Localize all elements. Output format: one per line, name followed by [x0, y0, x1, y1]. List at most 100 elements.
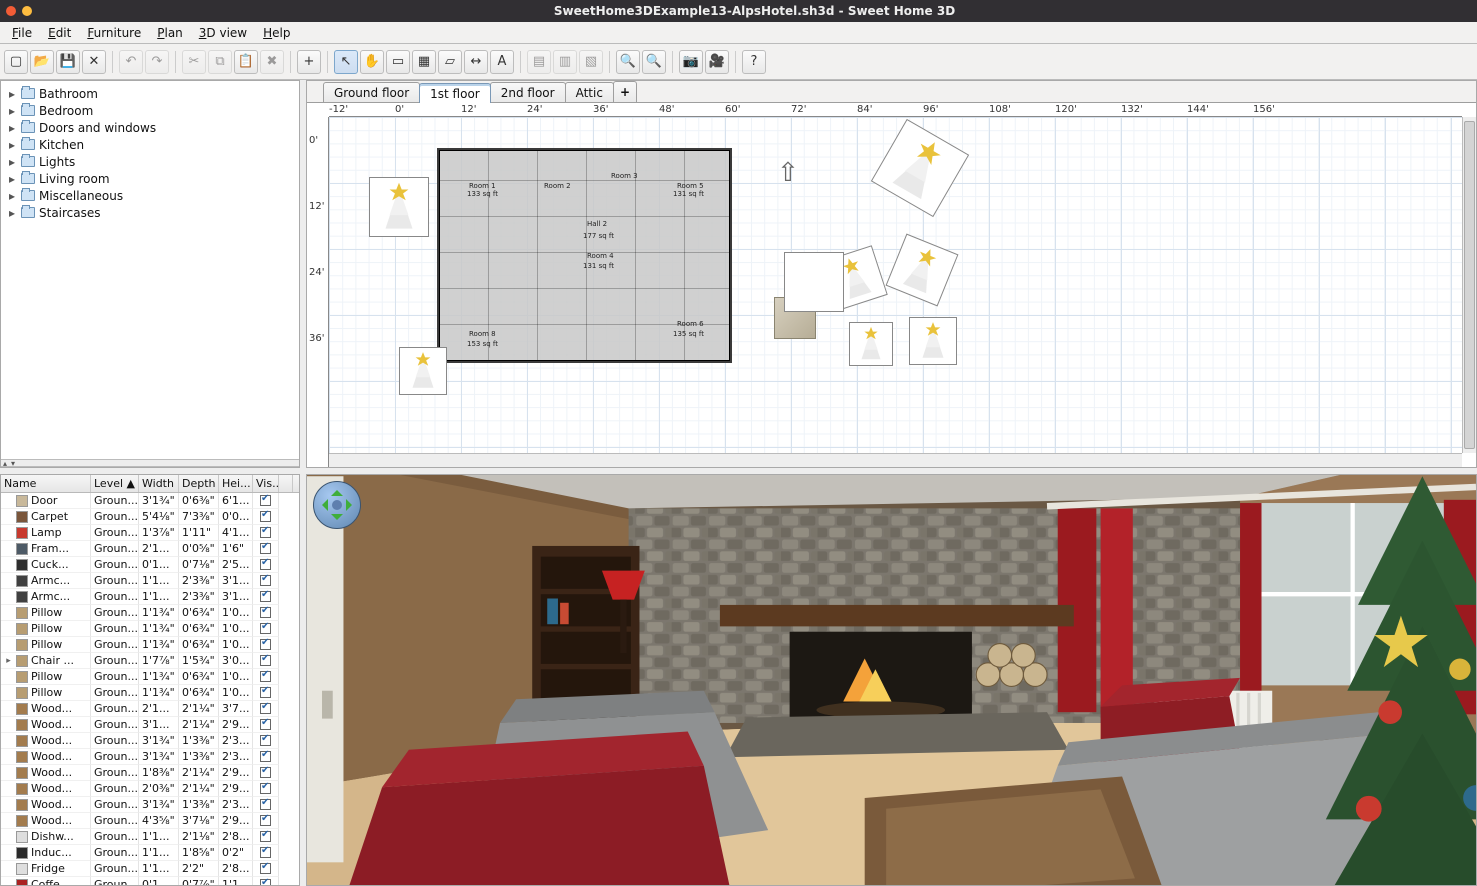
toolbar-photo-button[interactable]: 📷 — [679, 50, 703, 74]
furniture-row[interactable]: Armc...Groun...1'1...2'3⅜"3'1... — [1, 589, 299, 605]
menu-3d-view[interactable]: 3D view — [191, 26, 255, 40]
furniture-row[interactable]: CarpetGroun...5'4⅛"7'3⅜"0'0... — [1, 509, 299, 525]
toolbar-dimension-button[interactable]: ↔ — [464, 50, 488, 74]
furniture-row[interactable]: PillowGroun...1'1¾"0'6¾"1'0... — [1, 621, 299, 637]
plan-canvas[interactable]: -12'0'12'24'36'48'60'72'84'96'108'120'13… — [307, 103, 1476, 467]
visible-checkbox[interactable] — [260, 815, 271, 826]
visible-checkbox[interactable] — [260, 831, 271, 842]
plan-object-tree[interactable] — [909, 317, 957, 365]
plan-object-tree[interactable] — [849, 322, 893, 366]
toolbar-paste-button[interactable]: 📋 — [234, 50, 258, 74]
visible-checkbox[interactable] — [260, 767, 271, 778]
toolbar-select-button[interactable]: ↖ — [334, 50, 358, 74]
furniture-row[interactable]: Wood...Groun...3'1¾"1'3⅜"2'3... — [1, 749, 299, 765]
furniture-row[interactable]: PillowGroun...1'1¾"0'6¾"1'0... — [1, 605, 299, 621]
furniture-row[interactable]: Wood...Groun...3'1¾"1'3⅜"2'3... — [1, 733, 299, 749]
toolbar-new-button[interactable]: ▢ — [4, 50, 28, 74]
furniture-row[interactable]: FridgeGroun...1'1...2'2"2'8... — [1, 861, 299, 877]
toolbar-copy-button[interactable]: ⧉ — [208, 50, 232, 74]
plan-scrollbar-vertical[interactable] — [1462, 117, 1476, 453]
visible-checkbox[interactable] — [260, 879, 271, 885]
menu-edit[interactable]: Edit — [40, 26, 79, 40]
catalog-category-living-room[interactable]: ▸Living room — [3, 170, 297, 187]
level-tab-1st-floor[interactable]: 1st floor — [419, 83, 491, 103]
visible-checkbox[interactable] — [260, 527, 271, 538]
furniture-row[interactable]: Cuck...Groun...0'1...0'7⅛"2'5... — [1, 557, 299, 573]
3d-view-canvas[interactable] — [307, 475, 1476, 885]
catalog-split-handle[interactable]: ▴▾ — [1, 459, 299, 467]
column-width[interactable]: Width — [139, 475, 179, 492]
visible-checkbox[interactable] — [260, 703, 271, 714]
furniture-row[interactable]: Armc...Groun...1'1...2'3⅜"3'1... — [1, 573, 299, 589]
furniture-row[interactable]: Wood...Groun...4'3⅝"3'7⅛"2'9... — [1, 813, 299, 829]
furniture-row[interactable]: PillowGroun...1'1¾"0'6¾"1'0... — [1, 685, 299, 701]
catalog-category-doors-and-windows[interactable]: ▸Doors and windows — [3, 119, 297, 136]
furniture-row[interactable]: Coffe...Groun...0'1...0'7⅞"1'1... — [1, 877, 299, 885]
menu-help[interactable]: Help — [255, 26, 298, 40]
compass-icon[interactable]: ⇧ — [777, 158, 799, 188]
column-vis[interactable]: Vis... — [253, 475, 279, 492]
catalog-category-bedroom[interactable]: ▸Bedroom — [3, 102, 297, 119]
toolbar-add-furniture-button[interactable]: + — [297, 50, 321, 74]
3d-navigation-widget[interactable] — [313, 481, 361, 529]
toolbar-room-button[interactable]: ▦ — [412, 50, 436, 74]
toolbar-wall-button[interactable]: ▭ — [386, 50, 410, 74]
furniture-row[interactable]: ▸Chair ...Groun...1'7⅞"1'5¾"3'0... — [1, 653, 299, 669]
toolbar-cut-button[interactable]: ✂ — [182, 50, 206, 74]
catalog-category-lights[interactable]: ▸Lights — [3, 153, 297, 170]
furniture-row[interactable]: Wood...Groun...1'8⅜"2'1¼"2'9... — [1, 765, 299, 781]
menu-furniture[interactable]: Furniture — [79, 26, 149, 40]
furniture-table-body[interactable]: DoorGroun...3'1¾"0'6⅜"6'1... CarpetGroun… — [1, 493, 299, 885]
toolbar-tool-a-button[interactable]: ▤ — [527, 50, 551, 74]
visible-checkbox[interactable] — [260, 559, 271, 570]
level-tab-ground-floor[interactable]: Ground floor — [323, 82, 420, 102]
visible-checkbox[interactable] — [260, 783, 271, 794]
toolbar-pan-button[interactable]: ✋ — [360, 50, 384, 74]
visible-checkbox[interactable] — [260, 623, 271, 634]
visible-checkbox[interactable] — [260, 751, 271, 762]
toolbar-help-button[interactable]: ? — [742, 50, 766, 74]
furniture-row[interactable]: LampGroun...1'3⅞"1'11"4'1... — [1, 525, 299, 541]
furniture-row[interactable]: Dishw...Groun...1'1...2'1⅛"2'8... — [1, 829, 299, 845]
column-level[interactable]: Level ▲ — [91, 475, 139, 492]
visible-checkbox[interactable] — [260, 639, 271, 650]
furniture-row[interactable]: Wood...Groun...3'1¾"1'3⅜"2'3... — [1, 797, 299, 813]
furniture-row[interactable]: PillowGroun...1'1¾"0'6¾"1'0... — [1, 669, 299, 685]
catalog-category-bathroom[interactable]: ▸Bathroom — [3, 85, 297, 102]
add-level-tab[interactable]: + — [613, 81, 637, 102]
column-name[interactable]: Name — [1, 475, 91, 492]
menu-plan[interactable]: Plan — [149, 26, 191, 40]
furniture-row[interactable]: DoorGroun...3'1¾"0'6⅜"6'1... — [1, 493, 299, 509]
toolbar-video-button[interactable]: 🎥 — [705, 50, 729, 74]
furniture-row[interactable]: Wood...Groun...2'1...2'1¼"3'7... — [1, 701, 299, 717]
column-hei[interactable]: Hei... — [219, 475, 253, 492]
visible-checkbox[interactable] — [260, 863, 271, 874]
toolbar-tool-c-button[interactable]: ▧ — [579, 50, 603, 74]
visible-checkbox[interactable] — [260, 607, 271, 618]
visible-checkbox[interactable] — [260, 591, 271, 602]
toolbar-text-button[interactable]: A — [490, 50, 514, 74]
toolbar-zoom-in-button[interactable]: 🔍 — [616, 50, 640, 74]
catalog-category-staircases[interactable]: ▸Staircases — [3, 204, 297, 221]
visible-checkbox[interactable] — [260, 495, 271, 506]
furniture-row[interactable]: PillowGroun...1'1¾"0'6¾"1'0... — [1, 637, 299, 653]
toolbar-redo-button[interactable]: ↷ — [145, 50, 169, 74]
level-tab-2nd-floor[interactable]: 2nd floor — [490, 82, 566, 102]
toolbar-polyline-button[interactable]: ▱ — [438, 50, 462, 74]
window-close-icon[interactable] — [6, 6, 16, 16]
visible-checkbox[interactable] — [260, 735, 271, 746]
catalog-category-miscellaneous[interactable]: ▸Miscellaneous — [3, 187, 297, 204]
plan-object-blank[interactable] — [784, 252, 844, 312]
toolbar-open-button[interactable]: 📂 — [30, 50, 54, 74]
window-minimize-icon[interactable] — [22, 6, 32, 16]
furniture-row[interactable]: Induc...Groun...1'1...1'8⅝"0'2" — [1, 845, 299, 861]
plan-scrollbar-horizontal[interactable] — [329, 453, 1462, 467]
visible-checkbox[interactable] — [260, 799, 271, 810]
furniture-row[interactable]: Fram...Groun...2'1...0'0⅝"1'6" — [1, 541, 299, 557]
visible-checkbox[interactable] — [260, 575, 271, 586]
toolbar-zoom-out-button[interactable]: 🔍 — [642, 50, 666, 74]
toolbar-tool-b-button[interactable]: ▥ — [553, 50, 577, 74]
menu-file[interactable]: File — [4, 26, 40, 40]
visible-checkbox[interactable] — [260, 719, 271, 730]
toolbar-undo-button[interactable]: ↶ — [119, 50, 143, 74]
